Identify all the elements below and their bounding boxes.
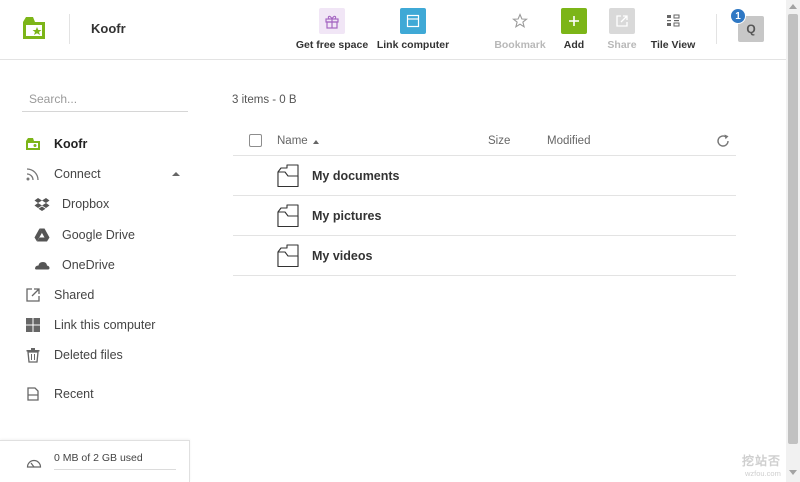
watermark-text: 挖站否 (742, 454, 782, 468)
folder-icon (277, 204, 299, 228)
link-computer-icon (400, 8, 426, 34)
column-name-header[interactable]: Name (277, 135, 308, 147)
file-row[interactable]: My pictures (233, 196, 736, 236)
sidebar-item-koofr[interactable]: Koofr (24, 133, 87, 155)
sidebar-item-label: Shared (54, 288, 95, 302)
watermark-url: wzfou.com (745, 469, 781, 478)
storage-usage-panel: 0 MB of 2 GB used (0, 440, 190, 482)
refresh-icon[interactable] (715, 133, 731, 149)
dropbox-icon (33, 195, 51, 213)
koofr-logo-icon[interactable] (20, 14, 48, 42)
shared-icon (24, 286, 42, 304)
sidebar-item-google-drive[interactable]: Google Drive (33, 224, 135, 246)
sidebar-item-label: Link this computer (54, 318, 156, 332)
top-header: Koofr Get free space Link computer Bookm… (0, 0, 786, 60)
sidebar-item-label: OneDrive (62, 258, 115, 272)
app-name: Koofr (91, 21, 126, 36)
column-size-header[interactable]: Size (488, 135, 510, 147)
tile-view-button[interactable]: Tile View (636, 8, 710, 54)
search-input[interactable] (22, 86, 188, 112)
recent-icon (24, 385, 42, 403)
items-summary: 3 items - 0 B (232, 94, 297, 106)
gift-icon (319, 8, 345, 34)
link-computer-label: Link computer (376, 39, 450, 51)
tile-view-label: Tile View (650, 39, 696, 51)
file-row[interactable]: My videos (233, 236, 736, 276)
sidebar-item-label: Dropbox (62, 197, 110, 211)
storage-usage-text: 0 MB of 2 GB used (54, 452, 143, 464)
onedrive-icon (33, 256, 51, 274)
koofr-folder-icon (24, 135, 42, 153)
sidebar-item-label: Connect (54, 167, 101, 181)
sidebar-item-link-this-computer[interactable]: Link this computer (24, 314, 155, 336)
connect-icon (24, 165, 42, 183)
google-drive-icon (33, 226, 51, 244)
scroll-up-arrow-icon[interactable] (789, 4, 797, 9)
file-name[interactable]: My videos (312, 249, 372, 263)
sidebar-item-label: Koofr (54, 137, 88, 151)
sidebar-item-onedrive[interactable]: OneDrive (33, 254, 115, 276)
link-computer-button[interactable]: Link computer (376, 8, 450, 54)
plus-icon (561, 8, 587, 34)
sidebar-item-label: Recent (54, 387, 94, 401)
file-row[interactable]: My documents (233, 156, 736, 196)
folder-icon (277, 164, 299, 188)
column-modified-header[interactable]: Modified (547, 135, 590, 147)
sidebar-item-connect[interactable]: Connect (24, 163, 101, 185)
file-list-header: Name Size Modified (233, 130, 736, 156)
star-icon (507, 8, 533, 34)
sidebar-item-shared[interactable]: Shared (24, 284, 94, 306)
windows-icon (24, 316, 42, 334)
file-name[interactable]: My pictures (312, 209, 381, 223)
sidebar-item-recent[interactable]: Recent (24, 383, 94, 405)
get-free-space-label: Get free space (295, 39, 369, 51)
scroll-thumb[interactable] (788, 14, 798, 444)
file-name[interactable]: My documents (312, 169, 400, 183)
storage-usage-bar (54, 469, 176, 470)
trash-icon (24, 346, 42, 364)
get-free-space-button[interactable]: Get free space (295, 8, 369, 54)
header-divider-right (716, 14, 717, 44)
folder-icon (277, 244, 299, 268)
sort-ascending-icon[interactable] (313, 140, 319, 144)
page-scrollbar[interactable] (786, 0, 800, 482)
collapse-connect-icon[interactable] (172, 172, 180, 176)
sidebar-item-dropbox[interactable]: Dropbox (33, 193, 109, 215)
header-divider (69, 14, 70, 44)
storage-gauge-icon (26, 459, 42, 468)
tile-view-icon (660, 8, 686, 34)
scroll-down-arrow-icon[interactable] (789, 470, 797, 475)
sidebar-item-label: Deleted files (54, 348, 123, 362)
sidebar-item-deleted-files[interactable]: Deleted files (24, 344, 123, 366)
share-icon (609, 8, 635, 34)
notification-badge[interactable]: 1 (730, 8, 746, 24)
select-all-checkbox[interactable] (249, 134, 262, 147)
sidebar-item-label: Google Drive (62, 228, 135, 242)
